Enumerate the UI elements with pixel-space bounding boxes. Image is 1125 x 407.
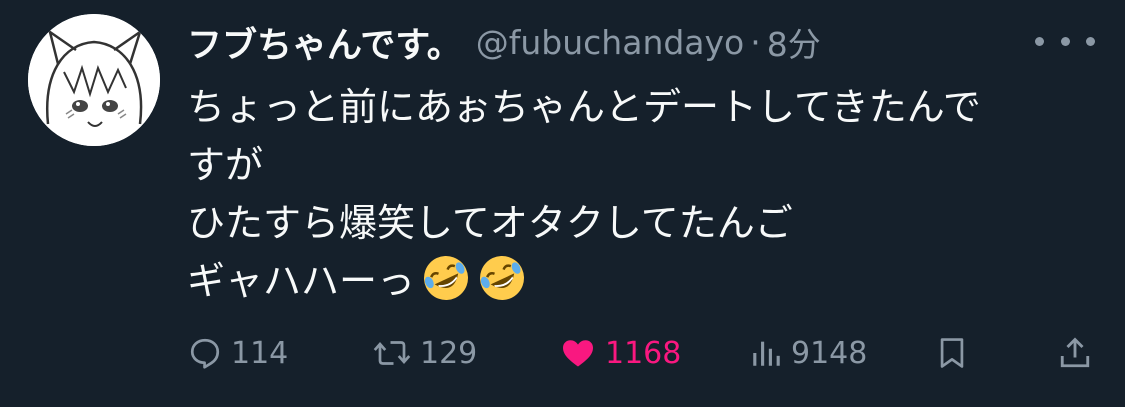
tweet-text-line: すが: [187, 143, 264, 187]
bookmark-button[interactable]: [935, 330, 977, 376]
tweet[interactable]: フブちゃんです。 @fubuchandayo · 8分 ちょっと前にあぉちゃんと…: [0, 0, 1125, 407]
rolling-on-floor-laughing-icon: [424, 256, 469, 300]
timestamp[interactable]: 8分: [767, 18, 821, 66]
tweet-text-line: ギャハハーっ: [187, 259, 416, 303]
bookmark-icon: [940, 338, 964, 368]
avatar-image: [28, 14, 160, 146]
like-count: 1168: [605, 335, 682, 371]
display-name[interactable]: フブちゃんです。: [187, 17, 462, 68]
reply-icon: [190, 338, 220, 369]
tweet-actions: 114 129 1168 9148: [187, 330, 1097, 376]
avatar[interactable]: [28, 14, 160, 146]
retweet-button[interactable]: 129: [372, 330, 477, 376]
retweet-icon: [373, 341, 411, 365]
tweet-text-line: ひたすら爆笑してオタクしてたんご: [187, 201, 793, 245]
share-button[interactable]: [1057, 330, 1101, 376]
more-icon[interactable]: [1035, 26, 1095, 56]
reply-button[interactable]: 114: [187, 330, 288, 376]
share-icon: [1060, 337, 1090, 368]
separator: ·: [750, 22, 761, 62]
user-handle[interactable]: @fubuchandayo: [476, 23, 744, 62]
heart-icon: [563, 340, 593, 367]
retweet-count: 129: [420, 335, 478, 371]
views-count: 9148: [791, 335, 868, 371]
tweet-header: フブちゃんです。 @fubuchandayo · 8分: [187, 18, 821, 66]
like-button[interactable]: 1168: [559, 330, 681, 376]
views-icon: [753, 341, 780, 366]
rolling-on-floor-laughing-icon: [480, 256, 525, 300]
tweet-text: ちょっと前にあぉちゃんとデートしてきたんで すが ひたすら爆笑してオタクしてたん…: [187, 78, 1087, 310]
views-button[interactable]: 9148: [749, 330, 867, 376]
tweet-text-line: ちょっと前にあぉちゃんとデートしてきたんで: [187, 85, 981, 129]
tweet-text-line-with-emoji: ギャハハーっ: [187, 252, 1087, 310]
reply-count: 114: [231, 335, 289, 371]
